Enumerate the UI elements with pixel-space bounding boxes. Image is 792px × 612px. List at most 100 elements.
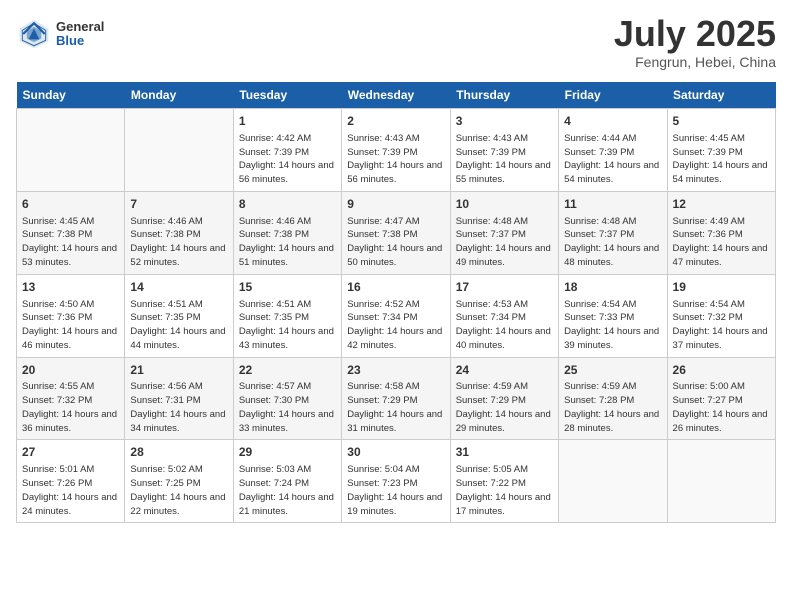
day-number: 18 bbox=[564, 279, 661, 296]
calendar-cell: 27 Sunrise: 5:01 AMSunset: 7:26 PMDayligh… bbox=[17, 440, 125, 523]
calendar-week-row: 6 Sunrise: 4:45 AMSunset: 7:38 PMDaylight… bbox=[17, 191, 776, 274]
day-number: 20 bbox=[22, 362, 119, 379]
calendar-cell: 12 Sunrise: 4:49 AMSunset: 7:36 PMDayligh… bbox=[667, 191, 775, 274]
day-info: Sunrise: 4:45 AMSunset: 7:39 PMDaylight:… bbox=[673, 132, 770, 187]
day-number: 28 bbox=[130, 444, 227, 461]
calendar-cell: 30 Sunrise: 5:04 AMSunset: 7:23 PMDayligh… bbox=[342, 440, 450, 523]
calendar-cell: 4 Sunrise: 4:44 AMSunset: 7:39 PMDaylight… bbox=[559, 109, 667, 192]
day-info: Sunrise: 4:51 AMSunset: 7:35 PMDaylight:… bbox=[239, 298, 336, 353]
day-number: 26 bbox=[673, 362, 770, 379]
calendar-cell: 26Sunrise: 5:00 AMSunset: 7:27 PMDayligh… bbox=[667, 357, 775, 440]
calendar-cell: 14 Sunrise: 4:51 AMSunset: 7:35 PMDayligh… bbox=[125, 274, 233, 357]
day-info: Sunrise: 5:04 AMSunset: 7:23 PMDaylight:… bbox=[347, 463, 444, 518]
day-number: 7 bbox=[130, 196, 227, 213]
weekday-header-tuesday: Tuesday bbox=[233, 82, 341, 109]
weekday-header-friday: Friday bbox=[559, 82, 667, 109]
day-number: 31 bbox=[456, 444, 553, 461]
weekday-header-thursday: Thursday bbox=[450, 82, 558, 109]
day-number: 9 bbox=[347, 196, 444, 213]
calendar-cell: 28 Sunrise: 5:02 AMSunset: 7:25 PMDayligh… bbox=[125, 440, 233, 523]
calendar-cell: 19 Sunrise: 4:54 AMSunset: 7:32 PMDayligh… bbox=[667, 274, 775, 357]
calendar-cell: 5 Sunrise: 4:45 AMSunset: 7:39 PMDaylight… bbox=[667, 109, 775, 192]
calendar-cell: 24Sunrise: 4:59 AMSunset: 7:29 PMDayligh… bbox=[450, 357, 558, 440]
calendar-cell bbox=[17, 109, 125, 192]
logo: General Blue bbox=[16, 16, 104, 52]
calendar-cell: 21Sunrise: 4:56 AMSunset: 7:31 PMDayligh… bbox=[125, 357, 233, 440]
day-number: 1 bbox=[239, 113, 336, 130]
day-number: 14 bbox=[130, 279, 227, 296]
day-info: Sunrise: 4:42 AMSunset: 7:39 PMDaylight:… bbox=[239, 132, 336, 187]
calendar-cell: 3 Sunrise: 4:43 AMSunset: 7:39 PMDaylight… bbox=[450, 109, 558, 192]
calendar-cell: 29 Sunrise: 5:03 AMSunset: 7:24 PMDayligh… bbox=[233, 440, 341, 523]
day-info: Sunrise: 4:48 AMSunset: 7:37 PMDaylight:… bbox=[456, 215, 553, 270]
day-number: 27 bbox=[22, 444, 119, 461]
day-number: 21 bbox=[130, 362, 227, 379]
day-info: Sunrise: 4:44 AMSunset: 7:39 PMDaylight:… bbox=[564, 132, 661, 187]
day-info: Sunrise: 4:58 AMSunset: 7:29 PMDaylight:… bbox=[347, 380, 444, 435]
day-info: Sunrise: 5:00 AMSunset: 7:27 PMDaylight:… bbox=[673, 380, 770, 435]
day-info: Sunrise: 4:46 AMSunset: 7:38 PMDaylight:… bbox=[239, 215, 336, 270]
calendar-cell: 8 Sunrise: 4:46 AMSunset: 7:38 PMDaylight… bbox=[233, 191, 341, 274]
weekday-header-monday: Monday bbox=[125, 82, 233, 109]
calendar-cell: 20Sunrise: 4:55 AMSunset: 7:32 PMDayligh… bbox=[17, 357, 125, 440]
day-info: Sunrise: 4:43 AMSunset: 7:39 PMDaylight:… bbox=[456, 132, 553, 187]
calendar-cell: 13Sunrise: 4:50 AMSunset: 7:36 PMDayligh… bbox=[17, 274, 125, 357]
day-number: 19 bbox=[673, 279, 770, 296]
logo-blue: Blue bbox=[56, 34, 104, 48]
calendar-cell: 6 Sunrise: 4:45 AMSunset: 7:38 PMDaylight… bbox=[17, 191, 125, 274]
day-number: 10 bbox=[456, 196, 553, 213]
calendar-cell: 1 Sunrise: 4:42 AMSunset: 7:39 PMDaylight… bbox=[233, 109, 341, 192]
weekday-header-sunday: Sunday bbox=[17, 82, 125, 109]
calendar-cell: 7Sunrise: 4:46 AMSunset: 7:38 PMDaylight… bbox=[125, 191, 233, 274]
calendar-week-row: 20Sunrise: 4:55 AMSunset: 7:32 PMDayligh… bbox=[17, 357, 776, 440]
day-info: Sunrise: 4:50 AMSunset: 7:36 PMDaylight:… bbox=[22, 298, 119, 353]
logo-icon bbox=[16, 16, 52, 52]
calendar-table: SundayMondayTuesdayWednesdayThursdayFrid… bbox=[16, 82, 776, 523]
day-number: 29 bbox=[239, 444, 336, 461]
day-number: 11 bbox=[564, 196, 661, 213]
day-number: 5 bbox=[673, 113, 770, 130]
weekday-header-wednesday: Wednesday bbox=[342, 82, 450, 109]
day-info: Sunrise: 5:01 AMSunset: 7:26 PMDaylight:… bbox=[22, 463, 119, 518]
day-info: Sunrise: 4:48 AMSunset: 7:37 PMDaylight:… bbox=[564, 215, 661, 270]
weekday-header-row: SundayMondayTuesdayWednesdayThursdayFrid… bbox=[17, 82, 776, 109]
day-number: 15 bbox=[239, 279, 336, 296]
calendar-cell: 18 Sunrise: 4:54 AMSunset: 7:33 PMDayligh… bbox=[559, 274, 667, 357]
location: Fengrun, Hebei, China bbox=[614, 54, 776, 70]
day-info: Sunrise: 4:59 AMSunset: 7:28 PMDaylight:… bbox=[564, 380, 661, 435]
day-number: 8 bbox=[239, 196, 336, 213]
day-number: 23 bbox=[347, 362, 444, 379]
day-info: Sunrise: 4:54 AMSunset: 7:32 PMDaylight:… bbox=[673, 298, 770, 353]
day-info: Sunrise: 4:55 AMSunset: 7:32 PMDaylight:… bbox=[22, 380, 119, 435]
calendar-cell: 23Sunrise: 4:58 AMSunset: 7:29 PMDayligh… bbox=[342, 357, 450, 440]
day-info: Sunrise: 5:02 AMSunset: 7:25 PMDaylight:… bbox=[130, 463, 227, 518]
calendar-week-row: 13Sunrise: 4:50 AMSunset: 7:36 PMDayligh… bbox=[17, 274, 776, 357]
calendar-cell: 10 Sunrise: 4:48 AMSunset: 7:37 PMDayligh… bbox=[450, 191, 558, 274]
day-number: 4 bbox=[564, 113, 661, 130]
calendar-cell: 16Sunrise: 4:52 AMSunset: 7:34 PMDayligh… bbox=[342, 274, 450, 357]
calendar-cell bbox=[125, 109, 233, 192]
day-number: 3 bbox=[456, 113, 553, 130]
day-number: 12 bbox=[673, 196, 770, 213]
day-info: Sunrise: 5:05 AMSunset: 7:22 PMDaylight:… bbox=[456, 463, 553, 518]
day-number: 25 bbox=[564, 362, 661, 379]
day-info: Sunrise: 4:45 AMSunset: 7:38 PMDaylight:… bbox=[22, 215, 119, 270]
title-block: July 2025 Fengrun, Hebei, China bbox=[614, 16, 776, 70]
day-number: 16 bbox=[347, 279, 444, 296]
calendar-cell bbox=[559, 440, 667, 523]
day-info: Sunrise: 4:51 AMSunset: 7:35 PMDaylight:… bbox=[130, 298, 227, 353]
day-number: 6 bbox=[22, 196, 119, 213]
calendar-cell: 22Sunrise: 4:57 AMSunset: 7:30 PMDayligh… bbox=[233, 357, 341, 440]
calendar-week-row: 27 Sunrise: 5:01 AMSunset: 7:26 PMDayligh… bbox=[17, 440, 776, 523]
weekday-header-saturday: Saturday bbox=[667, 82, 775, 109]
day-info: Sunrise: 4:54 AMSunset: 7:33 PMDaylight:… bbox=[564, 298, 661, 353]
calendar-cell: 11 Sunrise: 4:48 AMSunset: 7:37 PMDayligh… bbox=[559, 191, 667, 274]
day-number: 17 bbox=[456, 279, 553, 296]
day-info: Sunrise: 5:03 AMSunset: 7:24 PMDaylight:… bbox=[239, 463, 336, 518]
calendar-cell: 31 Sunrise: 5:05 AMSunset: 7:22 PMDayligh… bbox=[450, 440, 558, 523]
day-number: 30 bbox=[347, 444, 444, 461]
day-info: Sunrise: 4:49 AMSunset: 7:36 PMDaylight:… bbox=[673, 215, 770, 270]
day-info: Sunrise: 4:53 AMSunset: 7:34 PMDaylight:… bbox=[456, 298, 553, 353]
day-info: Sunrise: 4:47 AMSunset: 7:38 PMDaylight:… bbox=[347, 215, 444, 270]
day-info: Sunrise: 4:43 AMSunset: 7:39 PMDaylight:… bbox=[347, 132, 444, 187]
